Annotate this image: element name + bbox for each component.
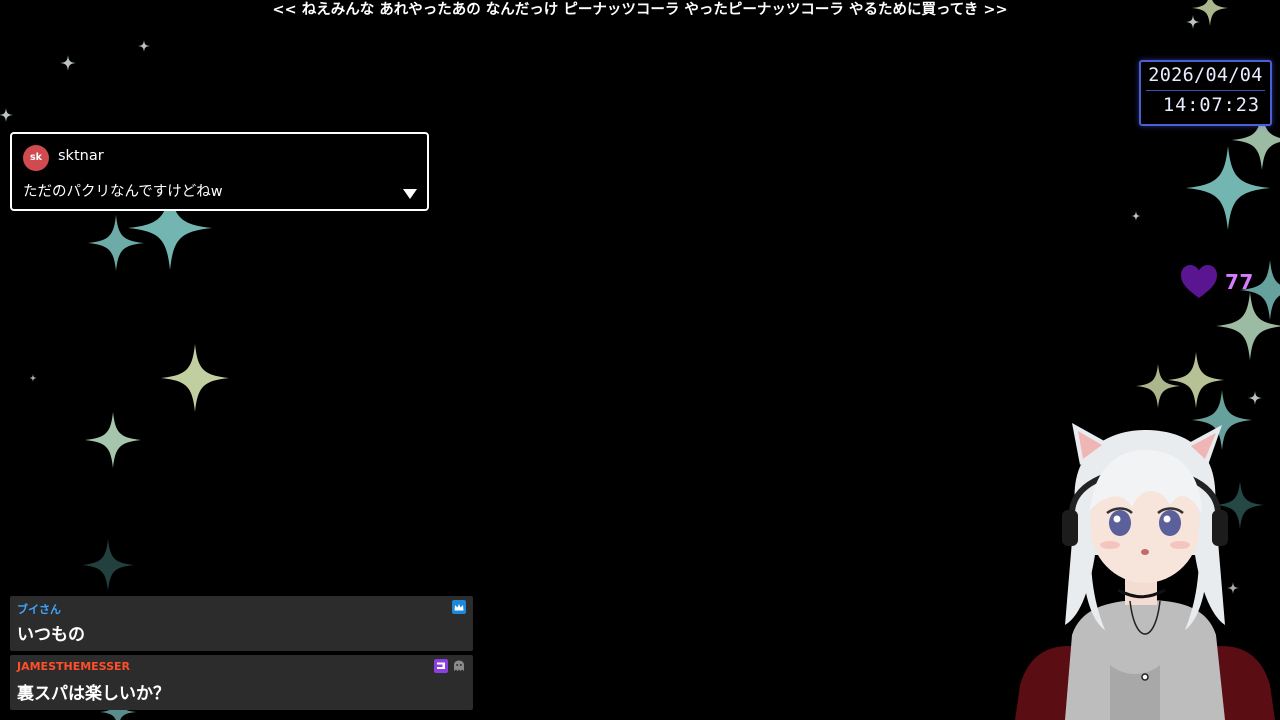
clock-date: 2026/04/04 bbox=[1146, 62, 1265, 91]
crown-badge-icon bbox=[452, 600, 466, 614]
sparkle-icon bbox=[85, 412, 141, 468]
sparkle-icon bbox=[1186, 146, 1270, 230]
chat-badges bbox=[434, 659, 466, 673]
chat-overlay: ブイさん いつもの JAMESTHEMESSER 裏スパは楽しいか？ bbox=[10, 596, 473, 714]
sparkle-icon bbox=[82, 539, 134, 591]
chat-badges bbox=[452, 600, 466, 614]
chat-author: ブイさん bbox=[17, 603, 61, 616]
sparkle-icon bbox=[1216, 292, 1280, 360]
pinned-comment-username: sktnar bbox=[58, 148, 104, 164]
transcript-ticker: << ねえみんな あれやったあの なんだっけ ピーナッツコーラ やったピーナッツ… bbox=[272, 2, 1008, 18]
subscriber-badge-icon bbox=[434, 659, 448, 673]
ghost-badge-icon bbox=[454, 660, 464, 671]
expand-caret-icon[interactable] bbox=[403, 189, 417, 199]
like-counter: 77 bbox=[1180, 264, 1254, 300]
vtuber-avatar bbox=[1015, 423, 1275, 720]
pinned-comment[interactable]: sk sktnar ただのパクリなんですけどねw bbox=[10, 132, 429, 211]
chat-message: ブイさん いつもの bbox=[10, 596, 473, 651]
sparkle-icon bbox=[88, 215, 144, 271]
chat-message: JAMESTHEMESSER 裏スパは楽しいか？ bbox=[10, 655, 473, 710]
like-count: 77 bbox=[1225, 270, 1254, 294]
datetime-clock: 2026/04/04 14:07:23 bbox=[1139, 60, 1272, 126]
chat-text: 裏スパは楽しいか？ bbox=[17, 684, 170, 704]
sparkle-icon bbox=[60, 55, 76, 71]
sparkle-icon bbox=[1136, 364, 1180, 408]
sparkle-icon bbox=[0, 108, 13, 122]
sparkle-icon bbox=[29, 374, 37, 382]
clock-time: 14:07:23 bbox=[1162, 95, 1261, 116]
sparkle-icon bbox=[1131, 211, 1141, 221]
sparkle-icon bbox=[1168, 352, 1224, 408]
chat-author: JAMESTHEMESSER bbox=[17, 660, 131, 673]
heart-icon bbox=[1181, 265, 1217, 298]
sparkle-icon bbox=[1248, 391, 1262, 405]
sparkle-icon bbox=[138, 40, 150, 52]
avatar: sk bbox=[23, 145, 49, 171]
pinned-comment-text: ただのパクリなんですけどねw bbox=[23, 184, 223, 200]
sparkle-icon bbox=[161, 344, 229, 412]
chat-text: いつもの bbox=[17, 625, 85, 645]
